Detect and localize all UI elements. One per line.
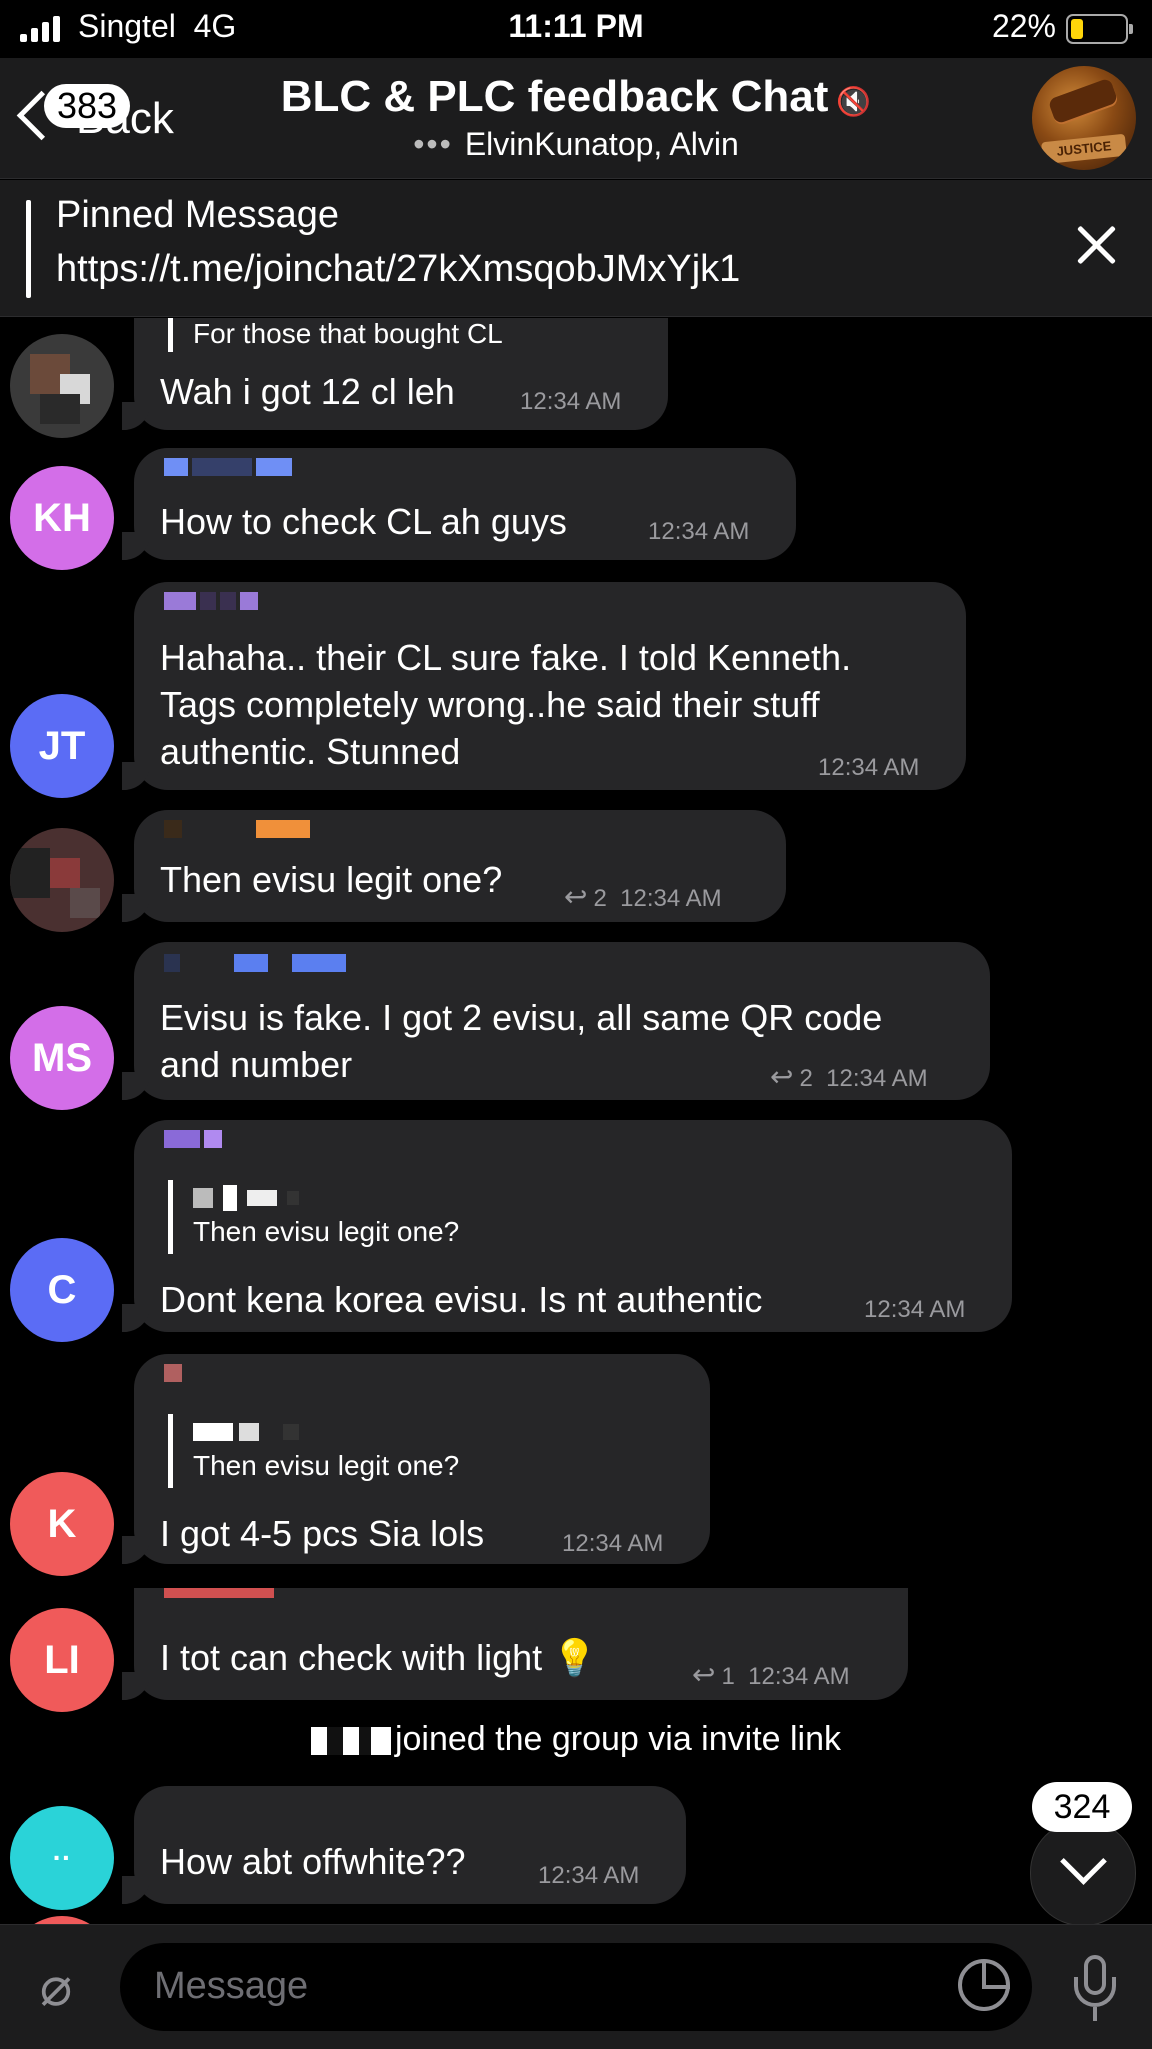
quote-text: Then evisu legit one? (193, 1216, 460, 1247)
message-time: 12:34 AM (826, 1065, 928, 1092)
reply-icon: ↩ (692, 1659, 716, 1690)
message-text-line: Hahaha.. their CL sure fake. I told Kenn… (160, 637, 852, 678)
service-message: joined the group via invite link (0, 1720, 1152, 1759)
sender-name-redacted (164, 592, 258, 610)
message-time: 12:34 AM (520, 388, 622, 415)
quote-text: For those that bought CL (193, 318, 503, 349)
message-time: 12:34 AM (538, 1862, 640, 1889)
reply-quote[interactable]: Then evisu legit one? (168, 1414, 459, 1488)
scroll-unread-badge: 324 (1032, 1782, 1132, 1832)
pin-accent-bar (26, 200, 31, 298)
message-text: Wah i got 12 cl leh (160, 371, 455, 412)
message-text-line: authentic. Stunned (160, 731, 461, 772)
status-bar: Singtel 4G 11:11 PM 22% (0, 0, 1152, 58)
message-text: Then evisu legit one? (160, 859, 503, 900)
chevron-down-icon (1060, 1838, 1107, 1885)
reply-count: 2 (799, 1065, 813, 1092)
battery-percent: 22% (991, 8, 1056, 44)
message-bubble[interactable]: Evisu is fake. I got 2 evisu, all same Q… (122, 942, 990, 1100)
avatar[interactable] (10, 334, 114, 438)
quoted-sender-redacted (193, 1180, 459, 1216)
message-list[interactable]: For those that bought CL Wah i got 12 cl… (0, 318, 1152, 1924)
chat-subtitle: ••• ElvinKunatop, Alvin (413, 126, 739, 162)
message-bubble[interactable]: Then evisu legit one? I got 4-5 pcs Sia … (122, 1354, 710, 1564)
scroll-down-button[interactable] (1030, 1820, 1136, 1926)
message-bubble[interactable]: I tot can check with light 💡 ↩ 1 12:34 AM (122, 1588, 908, 1700)
message-text: How abt offwhite?? (160, 1841, 466, 1882)
message-text: I got 4-5 pcs Sia lols (160, 1513, 485, 1554)
message-text-line: Evisu is fake. I got 2 evisu, all same Q… (160, 997, 883, 1038)
avatar[interactable]: KH (10, 466, 114, 570)
avatar[interactable]: JT (10, 694, 114, 798)
pinned-text: https://t.me/joinchat/27kXmsqobJMxYjk1 (56, 248, 741, 290)
message-time: 12:34 AM (620, 885, 722, 912)
message-bubble[interactable]: How abt offwhite?? 12:34 AM (122, 1786, 686, 1904)
avatar[interactable]: LI (10, 1608, 114, 1712)
reply-quote[interactable]: Then evisu legit one? (168, 1180, 459, 1254)
avatar[interactable]: C (10, 1238, 114, 1342)
message-text: I tot can check with light 💡 (160, 1637, 598, 1678)
message-time: 12:34 AM (818, 754, 920, 781)
sender-name-redacted (164, 1130, 222, 1148)
reply-quote[interactable]: For those that bought CL (168, 318, 503, 352)
group-avatar[interactable]: JUSTICE (1032, 66, 1136, 170)
chat-title[interactable]: BLC & PLC feedback Chat 🔇 (0, 72, 1152, 122)
sender-name-redacted (164, 1588, 274, 1598)
message-meta: ↩ 2 12:34 AM (564, 880, 722, 913)
sender-name-redacted (164, 820, 310, 838)
message-text-line: and number (160, 1044, 353, 1085)
message-text: Dont kena korea evisu. Is nt authentic (160, 1279, 763, 1320)
message-time: 12:34 AM (562, 1530, 664, 1557)
message-time: 12:34 AM (864, 1296, 966, 1323)
paperclip-icon[interactable]: ⌀ (26, 1957, 86, 2017)
reply-icon: ↩ (564, 881, 588, 912)
message-time: 12:34 AM (648, 518, 750, 545)
reply-count: 1 (721, 1663, 735, 1690)
sender-name-redacted (164, 458, 292, 476)
message-bubble[interactable]: Then evisu legit one? ↩ 2 12:34 AM (122, 810, 786, 922)
message-meta: ↩ 2 12:34 AM (770, 1060, 928, 1093)
message-placeholder: Message (154, 1965, 309, 2007)
muted-icon: 🔇 (836, 86, 872, 117)
lightbulb-icon: 💡 (552, 1637, 598, 1678)
reply-icon: ↩ (770, 1061, 794, 1092)
typing-indicator: ••• (413, 126, 453, 162)
close-icon[interactable] (1072, 220, 1122, 270)
message-meta: ↩ 1 12:34 AM (692, 1658, 850, 1691)
redacted-user (310, 1727, 391, 1756)
avatar-plate-text: JUSTICE (1041, 133, 1127, 165)
pinned-message-bar[interactable]: Pinned Message https://t.me/joinchat/27k… (0, 180, 1152, 317)
microphone-icon[interactable] (1068, 1955, 1124, 2025)
quoted-sender-redacted (193, 1414, 459, 1450)
chat-header: Back 383 BLC & PLC feedback Chat🔇 •••Elv… (0, 58, 1152, 179)
battery-icon (1066, 14, 1133, 44)
message-text: How to check CL ah guys (160, 501, 567, 542)
sender-name-redacted (164, 954, 346, 972)
message-time: 12:34 AM (748, 1663, 850, 1690)
message-text-line: Tags completely wrong..he said their stu… (160, 684, 820, 725)
reply-count: 2 (593, 885, 607, 912)
sticker-icon[interactable] (958, 1959, 1010, 2011)
message-bubble[interactable]: Hahaha.. their CL sure fake. I told Kenn… (122, 582, 966, 790)
avatar[interactable]: K (10, 1472, 114, 1576)
pinned-title: Pinned Message (56, 194, 340, 236)
clock: 11:11 PM (508, 8, 644, 44)
quote-text: Then evisu legit one? (193, 1450, 460, 1481)
composer: ⌀ Message (0, 1924, 1152, 2049)
sender-name-redacted (164, 1364, 182, 1382)
avatar[interactable] (10, 828, 114, 932)
message-bubble[interactable]: For those that bought CL Wah i got 12 cl… (122, 318, 668, 430)
message-bubble[interactable]: Then evisu legit one? Dont kena korea ev… (122, 1120, 1012, 1332)
message-bubble[interactable]: How to check CL ah guys 12:34 AM (122, 448, 796, 560)
avatar[interactable]: ·· (10, 1806, 114, 1910)
gavel-icon (1047, 77, 1119, 125)
message-input[interactable]: Message (120, 1943, 1032, 2031)
avatar[interactable]: MS (10, 1006, 114, 1110)
avatar[interactable] (10, 1916, 114, 1924)
